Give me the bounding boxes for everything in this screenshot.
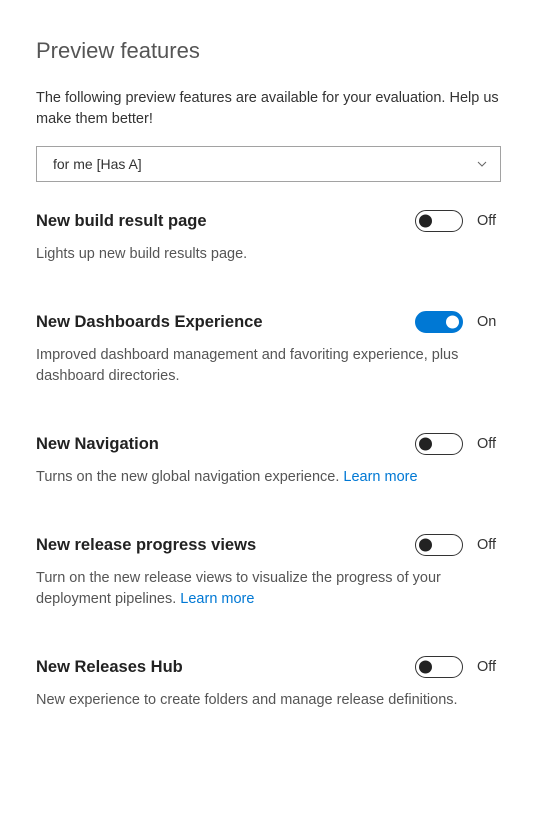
toggle-group: Off [415, 433, 501, 455]
toggle-state-label: Off [477, 436, 501, 452]
feature-toggle[interactable] [415, 656, 463, 678]
feature-description-text: Lights up new build results page. [36, 246, 247, 262]
dropdown-selected-label: for me [Has A] [53, 156, 142, 172]
feature-description: Improved dashboard management and favori… [36, 345, 501, 387]
toggle-knob [419, 661, 432, 674]
toggle-knob [419, 438, 432, 451]
feature-description-text: Turns on the new global navigation exper… [36, 469, 343, 485]
feature-block: New Navigation Off Turns on the new global… [36, 433, 501, 488]
feature-title: New release progress views [36, 536, 256, 555]
feature-block: New Dashboards Experience On Improved dash… [36, 311, 501, 387]
learn-more-link[interactable]: Learn more [343, 469, 417, 485]
scope-dropdown[interactable]: for me [Has A] [36, 146, 501, 182]
toggle-group: Off [415, 656, 501, 678]
learn-more-link[interactable]: Learn more [180, 591, 254, 607]
feature-description: Turn on the new release views to visuali… [36, 568, 501, 610]
feature-title: New build result page [36, 212, 207, 231]
feature-block: New build result page Off Lights up new bu… [36, 210, 501, 265]
toggle-knob [419, 215, 432, 228]
toggle-state-label: Off [477, 213, 501, 229]
feature-toggle[interactable] [415, 311, 463, 333]
toggle-knob [446, 316, 459, 329]
feature-title: New Dashboards Experience [36, 313, 263, 332]
chevron-down-icon [476, 158, 488, 170]
feature-description: Turns on the new global navigation exper… [36, 467, 501, 488]
feature-header: New release progress views Off [36, 534, 501, 556]
feature-block: New release progress views Off Turn on the… [36, 534, 501, 610]
feature-toggle[interactable] [415, 534, 463, 556]
feature-block: New Releases Hub Off New experience to cre… [36, 656, 501, 711]
feature-title: New Releases Hub [36, 658, 183, 677]
toggle-state-label: Off [477, 659, 501, 675]
feature-toggle[interactable] [415, 210, 463, 232]
toggle-knob [419, 539, 432, 552]
toggle-group: On [415, 311, 501, 333]
features-list: New build result page Off Lights up new bu… [36, 210, 501, 711]
feature-toggle[interactable] [415, 433, 463, 455]
toggle-state-label: Off [477, 537, 501, 553]
feature-description-text: Improved dashboard management and favori… [36, 347, 458, 384]
toggle-group: Off [415, 534, 501, 556]
feature-description: New experience to create folders and man… [36, 690, 501, 711]
toggle-group: Off [415, 210, 501, 232]
page-title: Preview features [36, 38, 501, 64]
feature-header: New Releases Hub Off [36, 656, 501, 678]
feature-description: Lights up new build results page. [36, 244, 501, 265]
feature-header: New Navigation Off [36, 433, 501, 455]
intro-text: The following preview features are avail… [36, 88, 501, 130]
feature-title: New Navigation [36, 435, 159, 454]
feature-header: New build result page Off [36, 210, 501, 232]
feature-header: New Dashboards Experience On [36, 311, 501, 333]
feature-description-text: New experience to create folders and man… [36, 692, 458, 708]
toggle-state-label: On [477, 314, 501, 330]
